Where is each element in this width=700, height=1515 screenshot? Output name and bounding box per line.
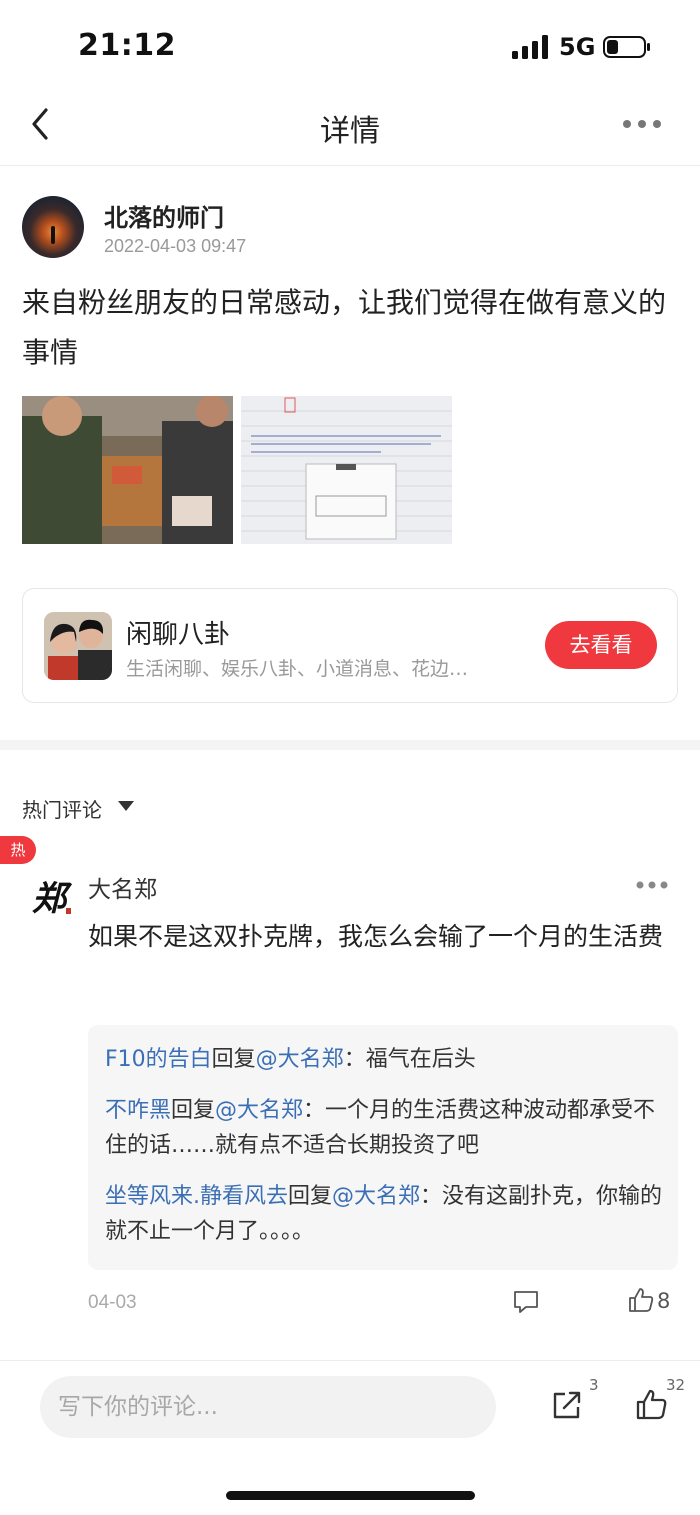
comment-date: 04-03 [88, 1292, 137, 1313]
comment-input[interactable] [40, 1376, 496, 1438]
reply-user[interactable]: 不咋黑 [105, 1098, 171, 1123]
hot-badge: 热 [0, 836, 36, 864]
battery-icon [603, 36, 650, 58]
post-timestamp: 2022-04-03 09:47 [104, 236, 247, 256]
circle-avatar [44, 612, 112, 680]
page-title: 详情 [320, 114, 380, 149]
network-label: 5G [559, 33, 596, 61]
section-divider [0, 740, 700, 750]
reply-target[interactable]: @大名郑 [215, 1098, 303, 1123]
author-name[interactable]: 北落的师门 [104, 198, 224, 233]
like-count: 32 [666, 1376, 686, 1394]
reply-item: F10的告白回复@大名郑：福气在后头 [105, 1042, 665, 1077]
author-avatar[interactable] [22, 196, 84, 258]
reply-target[interactable]: @大名郑 [332, 1184, 420, 1209]
more-options-icon[interactable] [622, 117, 662, 131]
like-icon[interactable] [635, 1388, 667, 1420]
reply-target[interactable]: @大名郑 [256, 1047, 344, 1072]
post-image-2[interactable] [241, 396, 452, 544]
commenter-avatar[interactable]: 郑 [28, 872, 76, 920]
share-icon[interactable] [551, 1389, 583, 1421]
bottom-divider [0, 1360, 700, 1361]
go-see-button[interactable]: 去看看 [545, 621, 657, 669]
commenter-name[interactable]: 大名郑 [88, 870, 157, 904]
hot-comments-title[interactable]: 热门评论 [22, 794, 102, 823]
status-time: 21:12 [78, 28, 176, 63]
home-indicator[interactable] [226, 1491, 475, 1500]
reply-item: 不咋黑回复@大名郑：一个月的生活费这种波动都承受不住的话……就有点不适合长期投资… [105, 1093, 665, 1163]
reply-verb: 回复 [171, 1098, 216, 1123]
reply-verb: 回复 [211, 1047, 256, 1072]
comment-like-icon[interactable] [628, 1287, 654, 1313]
replies-box[interactable]: F10的告白回复@大名郑：福气在后头 不咋黑回复@大名郑：一个月的生活费这种波动… [88, 1025, 678, 1270]
post-text: 来自粉丝朋友的日常感动，让我们觉得在做有意义的事情 [22, 286, 667, 369]
post-image-1[interactable] [22, 396, 233, 544]
caret-down-icon[interactable] [117, 800, 135, 812]
nav-divider [0, 165, 700, 166]
reply-text: ：福气在后头 [343, 1047, 476, 1072]
comment-text: 如果不是这双扑克牌，我怎么会输了一个月的生活费 [88, 922, 664, 951]
reply-user[interactable]: F10的告白 [105, 1047, 212, 1072]
comment-more-icon[interactable] [636, 879, 668, 891]
reply-comment-icon[interactable] [513, 1290, 539, 1314]
signal-icon [512, 35, 548, 59]
reply-verb: 回复 [288, 1184, 333, 1209]
comment-like-count: 8 [657, 1289, 671, 1313]
reply-user[interactable]: 坐等风来.静看风去 [105, 1184, 288, 1209]
circle-description: 生活闲聊、娱乐八卦、小道消息、花边… [126, 658, 469, 680]
share-count: 3 [589, 1376, 599, 1394]
circle-title: 闲聊八卦 [126, 620, 231, 650]
reply-item: 坐等风来.静看风去回复@大名郑：没有这副扑克，你输的就不止一个月了。。。。 [105, 1179, 665, 1249]
